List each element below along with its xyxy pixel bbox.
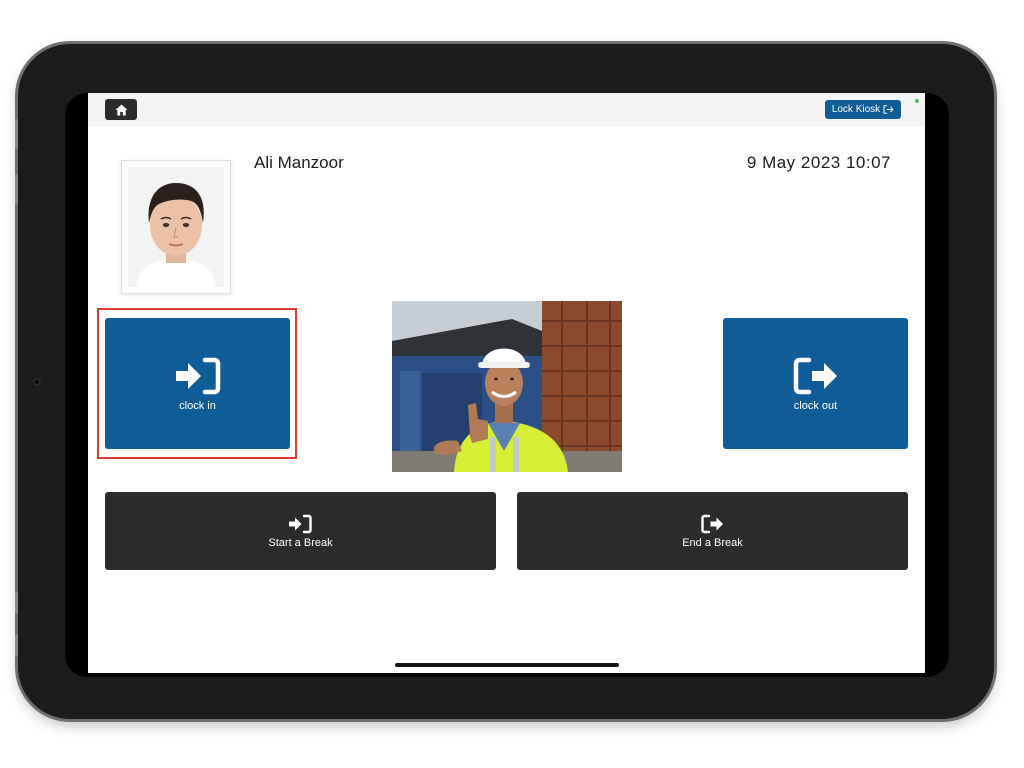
side-button (15, 634, 18, 656)
lock-kiosk-button[interactable]: Lock Kiosk (825, 100, 901, 119)
volume-down-button (15, 174, 18, 204)
sign-in-icon (175, 357, 220, 394)
user-photo-frame (121, 160, 231, 294)
lock-kiosk-label: Lock Kiosk (831, 104, 881, 115)
sign-out-icon (793, 357, 837, 394)
status-indicator (915, 99, 919, 103)
worker-image (392, 301, 622, 472)
home-icon (115, 104, 127, 115)
end-break-button[interactable]: End a Break (517, 492, 908, 570)
end-break-label: End a Break (682, 536, 743, 549)
volume-up-button (15, 119, 18, 149)
home-indicator[interactable] (395, 663, 619, 667)
avatar (128, 167, 224, 287)
clock-out-button[interactable]: clock out (723, 318, 908, 449)
clock-in-label: clock in (179, 399, 216, 412)
avatar-image (128, 167, 224, 287)
start-break-button[interactable]: Start a Break (105, 492, 496, 570)
side-button (15, 592, 18, 614)
home-button[interactable] (105, 99, 137, 120)
logout-icon (883, 105, 894, 114)
top-bar: Lock Kiosk (88, 93, 925, 126)
front-camera (33, 378, 41, 386)
current-datetime: 9 May 2023 10:07 (746, 153, 891, 172)
sign-in-icon (288, 514, 312, 533)
start-break-label: Start a Break (268, 536, 333, 549)
clock-in-button[interactable]: clock in (105, 318, 290, 449)
user-name: Ali Manzoor (254, 153, 344, 172)
clock-out-label: clock out (793, 399, 838, 412)
kiosk-screen: Lock Kiosk Ali Manzoor 9 May 2023 10:07 … (88, 93, 925, 673)
sign-out-icon (700, 514, 723, 533)
worker-photo (392, 301, 622, 472)
